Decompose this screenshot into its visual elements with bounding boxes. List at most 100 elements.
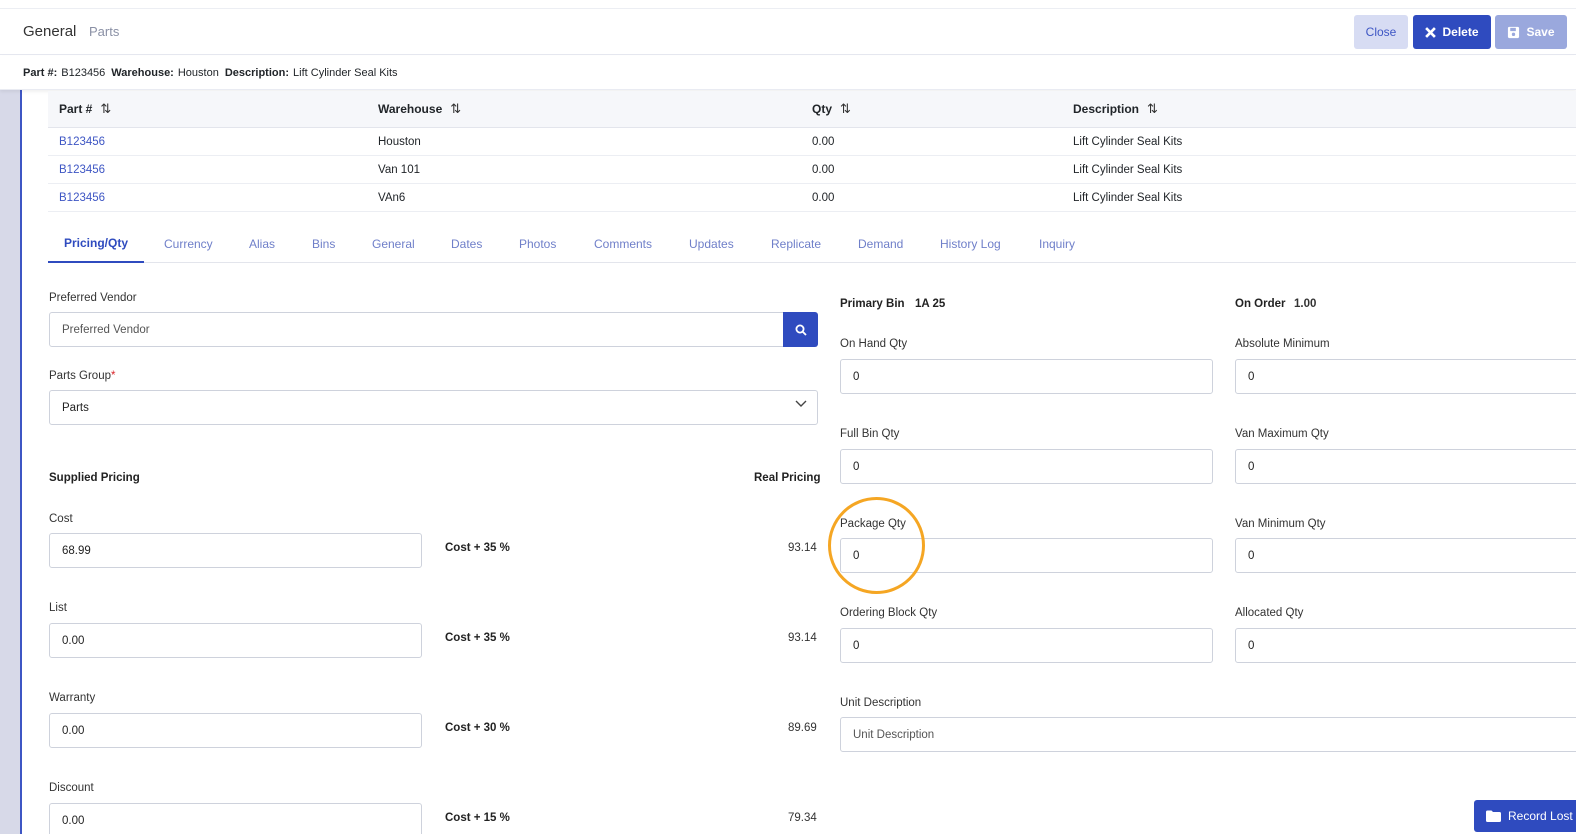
table-cell: Lift Cylinder Seal Kits (1073, 163, 1183, 176)
primary-bin-label: Primary Bin (840, 298, 905, 310)
tab-general[interactable]: General (372, 225, 415, 263)
discount-label: Discount (49, 782, 94, 794)
column-header-label: Qty (812, 102, 833, 116)
parts-group-select[interactable]: Parts (49, 390, 818, 425)
list-input[interactable]: 0.00 (49, 623, 422, 658)
tab-updates[interactable]: Updates (689, 225, 734, 263)
tab-comments[interactable]: Comments (594, 225, 652, 263)
real-pricing-heading: Real Pricing (754, 472, 821, 484)
unit-description-input[interactable]: Unit Description (840, 717, 1576, 752)
table-cell: Houston (378, 135, 421, 148)
unit-description-label: Unit Description (840, 697, 922, 709)
tab-pricing-qty[interactable]: Pricing/Qty (48, 225, 144, 263)
supplied-pricing-heading: Supplied Pricing (49, 472, 140, 484)
tab-bins[interactable]: Bins (312, 225, 335, 263)
column-header-description[interactable]: Description ⇅ (1073, 91, 1158, 127)
column-header-qty[interactable]: Qty ⇅ (812, 91, 851, 127)
page-header: General Parts Close Delete Save (0, 8, 1576, 55)
table-cell: Van 101 (378, 163, 420, 176)
absolute-minimum-input[interactable]: 0 (1235, 359, 1576, 394)
full-bin-qty-label: Full Bin Qty (840, 428, 900, 440)
primary-bin-value: 1A 25 (915, 298, 946, 310)
warranty-real-price: 89.69 (788, 722, 817, 734)
parts-group-label-text: Parts Group (49, 370, 111, 382)
tab-inquiry[interactable]: Inquiry (1039, 225, 1075, 263)
sort-icon[interactable]: ⇅ (840, 101, 851, 117)
table-cell: VAn6 (378, 191, 406, 204)
full-bin-qty-input[interactable]: 0 (840, 449, 1213, 484)
part-number-value: B123456 (61, 66, 106, 79)
save-button[interactable]: Save (1495, 15, 1567, 49)
cost-formula: Cost + 35 % (445, 542, 510, 554)
save-button-label: Save (1526, 25, 1555, 39)
sort-icon[interactable]: ⇅ (450, 101, 461, 117)
table-cell: Lift Cylinder Seal Kits (1073, 191, 1183, 204)
warranty-input[interactable]: 0.00 (49, 713, 422, 748)
warranty-formula: Cost + 30 % (445, 722, 510, 734)
warranty-label: Warranty (49, 692, 96, 704)
sort-icon[interactable]: ⇅ (1147, 101, 1158, 117)
tab-alias[interactable]: Alias (249, 225, 275, 263)
discount-input[interactable]: 0.00 (49, 803, 422, 834)
table-row[interactable]: B123456 Van 101 0.00 Lift Cylinder Seal … (48, 156, 1576, 184)
cost-label: Cost (49, 513, 73, 525)
list-label: List (49, 602, 67, 614)
part-number-label: Part #: (23, 66, 58, 79)
tab-photos[interactable]: Photos (519, 225, 556, 263)
chevron-down-icon[interactable] (795, 400, 807, 408)
discount-real-price: 79.34 (788, 812, 817, 824)
description-value: Lift Cylinder Seal Kits (293, 66, 398, 79)
on-hand-qty-input[interactable]: 0 (840, 359, 1213, 394)
delete-button[interactable]: Delete (1413, 15, 1491, 49)
on-order-label: On Order (1235, 298, 1286, 310)
table-cell: 0.00 (812, 191, 835, 204)
table-row[interactable]: B123456 Houston 0.00 Lift Cylinder Seal … (48, 128, 1576, 156)
tab-currency[interactable]: Currency (164, 225, 213, 263)
close-button[interactable]: Close (1354, 15, 1408, 49)
column-header-part[interactable]: Part # ⇅ (59, 91, 111, 127)
on-hand-qty-label: On Hand Qty (840, 338, 908, 350)
delete-button-label: Delete (1442, 25, 1479, 39)
discount-formula: Cost + 15 % (445, 812, 510, 824)
van-maximum-qty-input[interactable]: 0 (1235, 449, 1576, 484)
column-header-label: Warehouse (378, 102, 443, 116)
floppy-disk-icon (1508, 26, 1520, 38)
sort-icon[interactable]: ⇅ (100, 101, 111, 117)
record-lost-label: Record Lost (1508, 809, 1573, 823)
part-link[interactable]: B123456 (59, 184, 105, 211)
record-lost-button[interactable]: Record Lost (1474, 800, 1576, 832)
allocated-qty-input[interactable]: 0 (1235, 628, 1576, 663)
van-maximum-qty-label: Van Maximum Qty (1235, 428, 1329, 440)
cost-real-price: 93.14 (788, 542, 817, 554)
left-sidebar-strip (0, 0, 22, 834)
tab-replicate[interactable]: Replicate (771, 225, 821, 263)
column-header-warehouse[interactable]: Warehouse ⇅ (378, 91, 461, 127)
van-minimum-qty-input[interactable]: 0 (1235, 538, 1576, 573)
warehouse-table: Part # ⇅ Warehouse ⇅ Qty ⇅ Description ⇅ B12… (48, 91, 1576, 212)
column-header-label: Part # (59, 102, 93, 116)
highlight-circle (828, 497, 925, 594)
table-cell: Lift Cylinder Seal Kits (1073, 135, 1183, 148)
tab-demand[interactable]: Demand (858, 225, 903, 263)
required-marker: * (111, 370, 116, 382)
table-row[interactable]: B123456 VAn6 0.00 Lift Cylinder Seal Kit… (48, 184, 1576, 212)
x-icon (1425, 26, 1437, 38)
part-info-bar: Part #: B123456 Warehouse: Houston Descr… (0, 56, 1576, 90)
list-real-price: 93.14 (788, 632, 817, 644)
warehouse-value: Houston (177, 66, 219, 79)
table-cell: 0.00 (812, 163, 835, 176)
table-cell: 0.00 (812, 135, 835, 148)
part-link[interactable]: B123456 (59, 128, 105, 155)
vendor-search-button[interactable] (783, 312, 818, 347)
warehouse-label: Warehouse: (111, 66, 174, 79)
tab-dates[interactable]: Dates (451, 225, 482, 263)
van-minimum-qty-label: Van Minimum Qty (1235, 518, 1326, 530)
description-label: Description: (224, 66, 290, 79)
part-link[interactable]: B123456 (59, 156, 105, 183)
folder-icon (1486, 810, 1501, 822)
ordering-block-qty-input[interactable]: 0 (840, 628, 1213, 663)
preferred-vendor-input[interactable]: Preferred Vendor (49, 312, 785, 347)
tab-bar: Pricing/Qty Currency Alias Bins General … (48, 225, 1576, 263)
cost-input[interactable]: 68.99 (49, 533, 422, 568)
tab-history-log[interactable]: History Log (940, 225, 1001, 263)
